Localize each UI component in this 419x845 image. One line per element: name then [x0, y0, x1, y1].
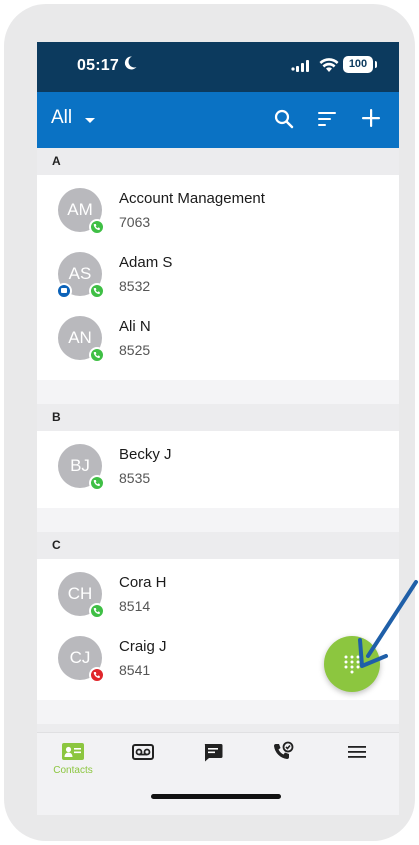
contact-extension: 8535: [119, 470, 151, 486]
app-bar: All: [37, 92, 399, 148]
signal-icon: [291, 60, 309, 72]
tab-bar: Contacts: [37, 732, 399, 815]
wifi-icon: [319, 58, 339, 72]
section-gap: [37, 508, 399, 532]
tab-calls[interactable]: [253, 741, 313, 763]
chevron-down-icon[interactable]: [85, 118, 95, 123]
phone-status-icon: [89, 603, 105, 619]
contact-name: Becky J: [119, 446, 172, 463]
annotation-arrow: [358, 580, 418, 668]
phone-status-icon: [89, 347, 105, 363]
contacts-icon: [62, 743, 84, 760]
contact-name: Adam S: [119, 254, 173, 271]
tab-contacts[interactable]: Contacts: [43, 741, 103, 776]
phone-status-icon: [89, 219, 105, 235]
sort-icon[interactable]: [318, 111, 338, 127]
moon-icon: [124, 56, 137, 70]
status-time: 05:17: [77, 57, 119, 74]
status-bar: 05:17 100: [37, 42, 399, 92]
phone-frame: 05:17 100 All A AM Account Management 70…: [4, 4, 418, 841]
tab-voicemail[interactable]: [113, 741, 173, 763]
filter-dropdown[interactable]: All: [51, 107, 72, 129]
contact-name: Ali N: [119, 318, 151, 335]
search-icon[interactable]: [274, 109, 294, 129]
phone-screen: 05:17 100 All A AM Account Management 70…: [37, 42, 399, 815]
phone-status-icon: [89, 667, 105, 683]
section-gap: [37, 380, 399, 404]
add-icon[interactable]: [361, 108, 381, 128]
contact-name: Craig J: [119, 638, 167, 655]
call-history-icon: [274, 741, 294, 759]
contact-name: Cora H: [119, 574, 167, 591]
contact-extension: 8532: [119, 278, 151, 294]
contact-name: Account Management: [119, 190, 265, 207]
contact-row[interactable]: AN Ali N 8525: [37, 306, 399, 370]
contact-row[interactable]: AS Adam S 8532: [37, 242, 399, 306]
chat-icon: [204, 744, 223, 762]
contact-row[interactable]: AM Account Management 7063: [37, 178, 399, 242]
section-header: A: [37, 148, 399, 175]
contact-row[interactable]: CH Cora H 8514: [37, 562, 399, 626]
phone-status-icon: [89, 475, 105, 491]
section-body: BJ Becky J 8535: [37, 431, 399, 508]
section-header: C: [37, 532, 399, 559]
contact-extension: 7063: [119, 214, 151, 230]
contact-list: A AM Account Management 7063 AS Adam S 8532 AN A…: [37, 148, 399, 815]
section-header: B: [37, 404, 399, 431]
menu-icon: [348, 746, 366, 758]
contact-extension: 8525: [119, 342, 151, 358]
phone-status-icon: [89, 283, 105, 299]
home-indicator[interactable]: [151, 794, 281, 799]
tab-contacts-label: Contacts: [53, 765, 93, 776]
contact-extension: 8541: [119, 662, 151, 678]
chat-status-icon: [56, 283, 72, 299]
battery-indicator: 100: [343, 56, 377, 73]
section-body: AM Account Management 7063 AS Adam S 8532 AN Al…: [37, 175, 399, 380]
contact-row[interactable]: BJ Becky J 8535: [37, 434, 399, 498]
tab-menu[interactable]: [327, 741, 387, 763]
tab-messages[interactable]: [183, 741, 243, 763]
section-gap: [37, 700, 399, 724]
voicemail-icon: [132, 744, 154, 760]
contact-extension: 8514: [119, 598, 151, 614]
